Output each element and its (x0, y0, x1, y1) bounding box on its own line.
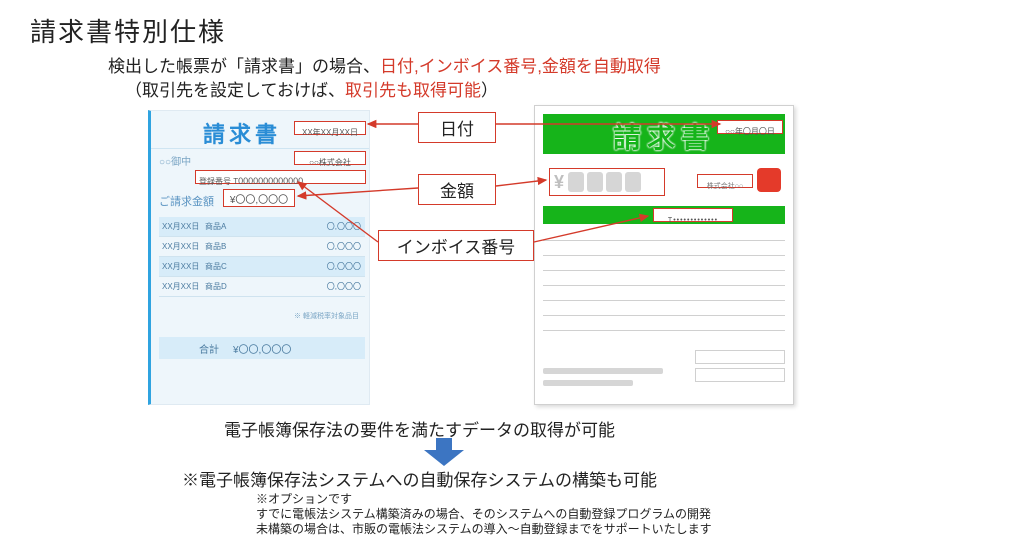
footer-line2: ※電子帳簿保存法システムへの自動保存システムの構築も可能 (182, 466, 657, 491)
blue-date: XX年XX月XX日 (302, 128, 358, 137)
green-date-box: ○○年〇月〇日 (717, 120, 783, 134)
footer-line1: 電子帳簿保存法の要件を満たすデータの取得が可能 (224, 416, 615, 441)
r3-item: 商品D (205, 281, 319, 292)
intro1-pre: 検出した帳票が「請求書」の場合、 (108, 57, 380, 76)
label-amount: 金額 (418, 174, 496, 205)
blue-company-box: ○○株式会社 (294, 151, 366, 165)
blue-date-box: XX年XX月XX日 (294, 121, 366, 135)
blue-total-label: 合計 (199, 341, 219, 356)
footer-opt3: 未構築の場合は、市販の電帳法システムの導入～自動登録までをサポートいたします (256, 520, 712, 537)
blue-note: ※ 軽減税率対象品目 (294, 311, 359, 321)
intro-line2: （取引先を設定しておけば、取引先も取得可能） (125, 76, 498, 101)
green-company: 株式会社○○ (707, 183, 743, 190)
intro2-red: 取引先も取得可能 (345, 81, 481, 100)
blue-billed: ¥〇〇,〇〇〇 (230, 195, 288, 206)
intro-line1: 検出した帳票が「請求書」の場合、日付,インボイス番号,金額を自動取得 (108, 52, 661, 77)
table-row: XX月XX日 商品A 〇,〇〇〇 (159, 217, 365, 237)
intro2-pre: （取引先を設定しておけば、 (125, 81, 345, 100)
green-yen: ¥ (554, 172, 564, 193)
table-row: XX月XX日 商品D 〇,〇〇〇 (159, 277, 365, 297)
green-invoice: 請求書 ○○年〇月〇日 ¥ 株式会社○○ T••••••••••••• (534, 105, 794, 405)
blue-total-row: 合計 ¥〇〇,〇〇〇 (159, 337, 365, 359)
blue-reg-box: 登録番号 T0000000000000 (195, 170, 366, 184)
blue-billed-label: ご請求金額 (159, 193, 214, 209)
r0-item: 商品A (205, 221, 319, 232)
table-row: XX月XX日 商品C 〇,〇〇〇 (159, 257, 365, 277)
stamp-icon (757, 168, 781, 192)
green-date: ○○年〇月〇日 (725, 127, 775, 136)
green-invno: T••••••••••••• (668, 217, 718, 224)
r0-amt: 〇,〇〇〇 (319, 221, 365, 232)
r1-item: 商品B (205, 241, 319, 252)
intro1-red: 日付,インボイス番号,金額を自動取得 (380, 57, 661, 76)
label-date: 日付 (418, 112, 496, 143)
blue-table: XX月XX日 商品A 〇,〇〇〇 XX月XX日 商品B 〇,〇〇〇 XX月XX日… (159, 217, 365, 297)
blue-addressee: ○○御中 (159, 153, 191, 168)
blue-company: ○○株式会社 (309, 158, 351, 167)
blue-title: 請求書 (203, 117, 281, 149)
r2-amt: 〇,〇〇〇 (319, 261, 365, 272)
r2-date: XX月XX日 (159, 261, 205, 272)
r2-item: 商品C (205, 261, 319, 272)
r3-date: XX月XX日 (159, 281, 205, 292)
label-invoice-no: インボイス番号 (378, 230, 534, 261)
r1-date: XX月XX日 (159, 241, 205, 252)
blue-billed-box: ¥〇〇,〇〇〇 (223, 189, 295, 207)
r3-amt: 〇,〇〇〇 (319, 281, 365, 292)
r0-date: XX月XX日 (159, 221, 205, 232)
blue-reg-num: 0000000000000 (238, 176, 303, 186)
green-table (543, 226, 785, 331)
r1-amt: 〇,〇〇〇 (319, 241, 365, 252)
page-title: 請求書特別仕様 (30, 12, 226, 49)
table-row: XX月XX日 商品B 〇,〇〇〇 (159, 237, 365, 257)
blue-invoice: 請求書 ○○御中 XX年XX月XX日 ○○株式会社 登録番号 T00000000… (148, 110, 370, 405)
blue-total: ¥〇〇,〇〇〇 (233, 341, 291, 356)
intro2-post: ） (481, 81, 498, 100)
green-amount-box: ¥ (549, 168, 665, 196)
green-company-box: 株式会社○○ (697, 174, 753, 188)
green-invno-box: T••••••••••••• (653, 208, 733, 222)
blue-reg-prefix: 登録番号 T (199, 177, 238, 186)
